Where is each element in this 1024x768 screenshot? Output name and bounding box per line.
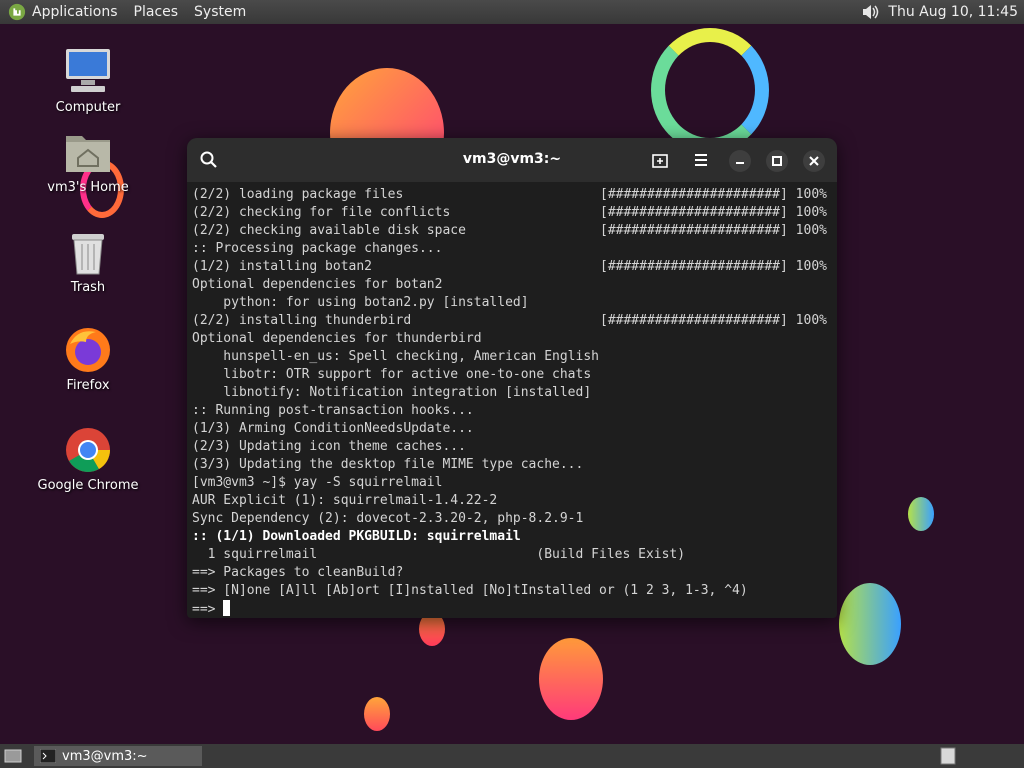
terminal-line: ==> Packages to cleanBuild? <box>192 564 832 582</box>
terminal-line-text: (3/3) Updating the desktop file MIME typ… <box>192 457 584 472</box>
progress-bar-text: [######################] 100% <box>600 259 827 274</box>
terminal-line: (2/2) checking available disk space [####… <box>192 222 832 240</box>
terminal-line-text: libnotify: Notification integration [ins… <box>192 385 592 400</box>
top-panel: Applications Places System Thu Aug 10, 1… <box>0 0 1024 24</box>
terminal-line-text: (2/2) loading package files <box>192 187 404 202</box>
desktop-icon-label: Computer <box>55 100 121 115</box>
terminal-line: (2/2) checking for file conflicts [######… <box>192 204 832 222</box>
terminal-line: (1/3) Arming ConditionNeedsUpdate... <box>192 420 832 438</box>
workspace-switcher-icon[interactable] <box>940 747 956 765</box>
menu-applications[interactable]: Applications <box>32 4 118 20</box>
terminal-line: libnotify: Notification integration [ins… <box>192 384 832 402</box>
terminal-line: python: for using botan2.py [installed] <box>192 294 832 312</box>
desktop-icon-label: Trash <box>70 280 106 295</box>
desktop-icon-chrome[interactable]: Google Chrome <box>33 426 143 493</box>
terminal-line-text: ==> Packages to cleanBuild? <box>192 565 404 580</box>
terminal-header[interactable]: vm3@vm3:~ <box>187 138 837 182</box>
deco-large-green-blue <box>839 583 901 665</box>
terminal-line-text: ==> [N]one [A]ll [Ab]ort [I]nstalled [No… <box>192 583 748 598</box>
terminal-line: 1 squirrelmail (Build Files Exist) <box>192 546 832 564</box>
progress-bar-text: [######################] 100% <box>600 223 827 238</box>
desktop-icon-label: vm3's Home <box>47 180 129 195</box>
progress-bar-text: [######################] 100% <box>600 313 827 328</box>
desktop-icon-firefox[interactable]: Firefox <box>33 326 143 393</box>
terminal-line-text: Optional dependencies for thunderbird <box>192 331 482 346</box>
terminal-line-text: libotr: OTR support for active one-to-on… <box>192 367 592 382</box>
terminal-line: (1/2) installing botan2 [################… <box>192 258 832 276</box>
taskbar-item-label: vm3@vm3:~ <box>62 748 148 764</box>
terminal-line: (3/3) Updating the desktop file MIME typ… <box>192 456 832 474</box>
desktop-icon-home[interactable]: vm3's Home <box>33 128 143 195</box>
menu-system[interactable]: System <box>194 4 246 20</box>
terminal-line: :: Processing package changes... <box>192 240 832 258</box>
computer-icon <box>66 49 110 92</box>
minimize-icon <box>736 162 744 164</box>
terminal-line: (2/2) installing thunderbird [###########… <box>192 312 832 330</box>
terminal-line-text: (2/2) checking available disk space <box>192 223 466 238</box>
terminal-line-text: (1/3) Arming ConditionNeedsUpdate... <box>192 421 474 436</box>
terminal-line: Optional dependencies for botan2 <box>192 276 832 294</box>
close-icon <box>809 156 819 166</box>
terminal-line: Optional dependencies for thunderbird <box>192 330 832 348</box>
terminal-line: ==> <box>192 600 832 618</box>
deco-orange-medium <box>539 638 603 720</box>
menu-places[interactable]: Places <box>134 4 179 20</box>
taskbar-item-terminal[interactable]: vm3@vm3:~ <box>34 746 202 766</box>
terminal-line: [vm3@vm3 ~]$ yay -S squirrelmail <box>192 474 832 492</box>
terminal-line-text: (1/2) installing botan2 <box>192 259 373 274</box>
deco-ring <box>651 28 769 152</box>
terminal-line-text: (2/2) checking for file conflicts <box>192 205 451 220</box>
mint-logo-icon[interactable] <box>8 3 26 21</box>
deco-green-blue-ellipse <box>908 497 934 531</box>
desktop-icon-label: Google Chrome <box>37 478 139 493</box>
terminal-cursor <box>223 600 231 616</box>
desktop-icon-label: Firefox <box>66 378 110 393</box>
terminal-window[interactable]: vm3@vm3:~ (2/2) loading package files [#… <box>187 138 837 618</box>
show-desktop-icon[interactable] <box>4 747 22 765</box>
maximize-button[interactable] <box>766 150 788 172</box>
firefox-icon <box>66 328 110 372</box>
terminal-line-text: python: for using botan2.py [installed] <box>192 295 529 310</box>
terminal-line: hunspell-en_us: Spell checking, American… <box>192 348 832 366</box>
terminal-line: :: Running post-transaction hooks... <box>192 402 832 420</box>
hamburger-menu-icon[interactable] <box>691 150 711 170</box>
terminal-line: Sync Dependency (2): dovecot-2.3.20-2, p… <box>192 510 832 528</box>
terminal-line-text: 1 squirrelmail (Build Files Exist) <box>192 547 686 562</box>
trash-icon <box>72 234 104 275</box>
home-folder-icon <box>66 136 110 172</box>
terminal-line-text: ==> <box>192 602 224 617</box>
deco-orange-tiny <box>364 697 390 731</box>
terminal-line: AUR Explicit (1): squirrelmail-1.4.22-2 <box>192 492 832 510</box>
terminal-line-text: [vm3@vm3 ~]$ yay -S squirrelmail <box>192 475 443 490</box>
minimize-button[interactable] <box>729 150 751 172</box>
terminal-line-text: Optional dependencies for botan2 <box>192 277 443 292</box>
terminal-output[interactable]: (2/2) loading package files [############… <box>187 182 837 618</box>
terminal-line-text: (2/3) Updating icon theme caches... <box>192 439 466 454</box>
progress-bar-text: [######################] 100% <box>600 187 827 202</box>
panel-clock[interactable]: Thu Aug 10, 11:45 <box>888 4 1018 20</box>
chrome-icon <box>66 428 110 472</box>
desktop-icon-trash[interactable]: Trash <box>33 230 143 295</box>
terminal-line: ==> [N]one [A]ll [Ab]ort [I]nstalled [No… <box>192 582 832 600</box>
terminal-line: (2/3) Updating icon theme caches... <box>192 438 832 456</box>
terminal-line-text: hunspell-en_us: Spell checking, American… <box>192 349 599 364</box>
progress-bar-text: [######################] 100% <box>600 205 827 220</box>
terminal-line-text: (2/2) installing thunderbird <box>192 313 412 328</box>
terminal-line: :: (1/1) Downloaded PKGBUILD: squirrelma… <box>192 528 832 546</box>
speaker-icon[interactable] <box>860 2 880 22</box>
terminal-line-text: :: (1/1) Downloaded PKGBUILD: squirrelma… <box>192 529 521 544</box>
close-button[interactable] <box>803 150 825 172</box>
desktop-icon-computer[interactable]: Computer <box>33 46 143 115</box>
terminal-icon <box>40 749 56 763</box>
bottom-panel: vm3@vm3:~ <box>0 744 1024 768</box>
terminal-line: libotr: OTR support for active one-to-on… <box>192 366 832 384</box>
terminal-line-text: AUR Explicit (1): squirrelmail-1.4.22-2 <box>192 493 498 508</box>
terminal-line-text: Sync Dependency (2): dovecot-2.3.20-2, p… <box>192 511 584 526</box>
new-tab-icon[interactable] <box>650 150 670 170</box>
terminal-line-text: :: Running post-transaction hooks... <box>192 403 474 418</box>
maximize-icon <box>772 156 782 166</box>
terminal-line: (2/2) loading package files [############… <box>192 186 832 204</box>
terminal-line-text: :: Processing package changes... <box>192 241 443 256</box>
